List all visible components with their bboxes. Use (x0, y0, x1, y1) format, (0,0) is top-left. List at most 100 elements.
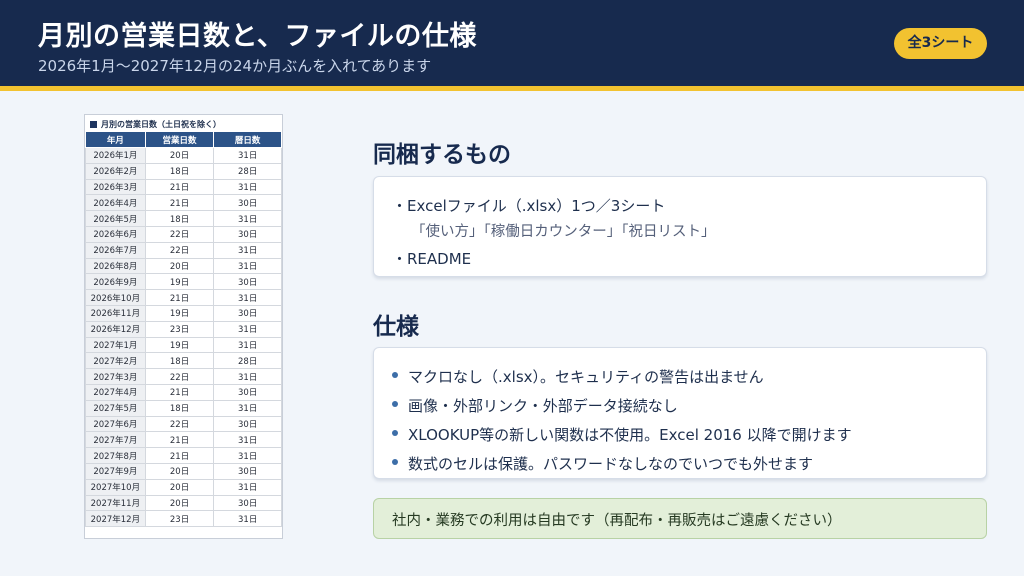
cell-business-days: 18日 (144, 352, 215, 370)
cell-calendar-days: 31日 (213, 178, 282, 196)
cell-business-days: 21日 (144, 447, 215, 464)
sheet-caption: 月別の営業日数（土日祝を除く） (85, 115, 282, 131)
cell-calendar-days: 30日 (213, 462, 282, 480)
cell-month: 2027年8月 (85, 447, 146, 464)
cell-business-days: 18日 (144, 162, 215, 180)
square-icon (90, 121, 97, 128)
cell-calendar-days: 30日 (213, 273, 282, 291)
cell-calendar-days: 31日 (213, 147, 282, 164)
cell-month: 2026年11月 (85, 304, 146, 322)
cell-calendar-days: 31日 (213, 289, 282, 306)
cell-business-days: 22日 (144, 415, 215, 433)
cell-month: 2026年12月 (85, 320, 146, 338)
table-row: 2026年11月 19日 30日 (85, 304, 282, 322)
table-row: 2027年12月 23日 31日 (85, 510, 282, 528)
cell-calendar-days: 30日 (213, 415, 282, 433)
spec-item: XLOOKUP等の新しい関数は不使用。Excel 2016 以降で開けます (408, 426, 852, 444)
cell-month: 2026年5月 (85, 210, 146, 227)
table-header-row: 年月 営業日数 暦日数 (85, 131, 282, 148)
cell-month: 2027年9月 (85, 462, 146, 480)
cell-business-days: 19日 (144, 273, 215, 291)
bundle-item-readme: ・README (392, 250, 472, 268)
table-row: 2026年1月 20日 31日 (85, 147, 282, 164)
table-row: 2027年6月 22日 30日 (85, 415, 282, 433)
spec-heading: 仕様 (373, 314, 419, 340)
cell-business-days: 19日 (144, 304, 215, 322)
cell-calendar-days: 31日 (213, 241, 282, 259)
cell-calendar-days: 31日 (213, 431, 282, 449)
usage-note: 社内・業務での利用は自由です（再配布・再販売はご遠慮ください） (373, 498, 987, 539)
table-body: 2026年1月 20日 31日 2026年2月 18日 28日 2026年3月 21日 31日 2… (85, 147, 282, 528)
bullet-icon (392, 401, 398, 407)
table-row: 2026年10月 21日 31日 (85, 289, 282, 306)
bullet-icon (392, 430, 398, 436)
cell-month: 2027年5月 (85, 399, 146, 417)
table-row: 2027年5月 18日 31日 (85, 399, 282, 417)
cell-business-days: 22日 (144, 368, 215, 385)
business-days-sheet: 月別の営業日数（土日祝を除く） 年月 営業日数 暦日数 2026年1月 20日 31… (84, 114, 283, 539)
sheet-count-badge: 全3シート (894, 28, 987, 59)
page-title: 月別の営業日数と、ファイルの仕様 (38, 21, 477, 52)
cell-calendar-days: 31日 (213, 368, 282, 385)
cell-business-days: 18日 (144, 399, 215, 417)
spec-item: マクロなし（.xlsx）。セキュリティの警告は出ません (408, 368, 764, 386)
cell-month: 2027年7月 (85, 431, 146, 449)
cell-month: 2026年9月 (85, 273, 146, 291)
bundle-item-excel: ・Excelファイル（.xlsx）1つ／3シート (392, 197, 666, 215)
bundle-item-excel-sheets: 「使い方」「稼働日カウンター」「祝日リスト」 (411, 224, 716, 240)
cell-month: 2027年4月 (85, 383, 146, 401)
table-row: 2026年5月 18日 31日 (85, 210, 282, 227)
cell-business-days: 21日 (144, 431, 215, 449)
sheet-caption-text: 月別の営業日数（土日祝を除く） (101, 120, 221, 129)
table-row: 2026年2月 18日 28日 (85, 162, 282, 180)
cell-calendar-days: 31日 (213, 336, 282, 354)
table-row: 2026年12月 23日 31日 (85, 320, 282, 338)
cell-business-days: 19日 (144, 336, 215, 354)
table-row: 2026年7月 22日 31日 (85, 241, 282, 259)
cell-business-days: 18日 (144, 210, 215, 227)
cell-calendar-days: 30日 (213, 194, 282, 212)
table-row: 2026年8月 20日 31日 (85, 257, 282, 275)
cell-calendar-days: 30日 (213, 304, 282, 322)
bundle-card: ・Excelファイル（.xlsx）1つ／3シート 「使い方」「稼働日カウンター」… (373, 176, 987, 277)
table-row: 2027年10月 20日 31日 (85, 478, 282, 496)
table-row: 2027年7月 21日 31日 (85, 431, 282, 449)
cell-month: 2027年10月 (85, 478, 146, 496)
cell-month: 2027年3月 (85, 368, 146, 385)
cell-month: 2027年2月 (85, 352, 146, 370)
cell-calendar-days: 31日 (213, 257, 282, 275)
col-header-month: 年月 (85, 131, 146, 148)
cell-business-days: 22日 (144, 225, 215, 243)
cell-business-days: 21日 (144, 194, 215, 212)
bullet-icon (392, 459, 398, 465)
bundle-heading: 同梱するもの (373, 142, 511, 168)
cell-month: 2027年1月 (85, 336, 146, 354)
cell-month: 2026年4月 (85, 194, 146, 212)
cell-business-days: 20日 (144, 494, 215, 512)
cell-calendar-days: 30日 (213, 225, 282, 243)
cell-month: 2027年11月 (85, 494, 146, 512)
usage-note-text: 社内・業務での利用は自由です（再配布・再販売はご遠慮ください） (392, 513, 842, 529)
table-row: 2027年11月 20日 30日 (85, 494, 282, 512)
cell-business-days: 22日 (144, 241, 215, 259)
cell-month: 2026年7月 (85, 241, 146, 259)
cell-business-days: 21日 (144, 383, 215, 401)
table-row: 2026年6月 22日 30日 (85, 225, 282, 243)
cell-business-days: 20日 (144, 478, 215, 496)
cell-calendar-days: 31日 (213, 510, 282, 528)
spec-item: 数式のセルは保護。パスワードなしなのでいつでも外せます (408, 455, 814, 473)
cell-business-days: 21日 (144, 289, 215, 306)
cell-calendar-days: 30日 (213, 494, 282, 512)
cell-month: 2026年6月 (85, 225, 146, 243)
table-row: 2026年4月 21日 30日 (85, 194, 282, 212)
cell-month: 2026年2月 (85, 162, 146, 180)
cell-month: 2026年1月 (85, 147, 146, 164)
cell-calendar-days: 31日 (213, 478, 282, 496)
cell-month: 2026年10月 (85, 289, 146, 306)
cell-calendar-days: 31日 (213, 320, 282, 338)
cell-business-days: 23日 (144, 510, 215, 528)
table-row: 2027年1月 19日 31日 (85, 336, 282, 354)
cell-business-days: 20日 (144, 257, 215, 275)
table-row: 2027年2月 18日 28日 (85, 352, 282, 370)
cell-business-days: 20日 (144, 462, 215, 480)
